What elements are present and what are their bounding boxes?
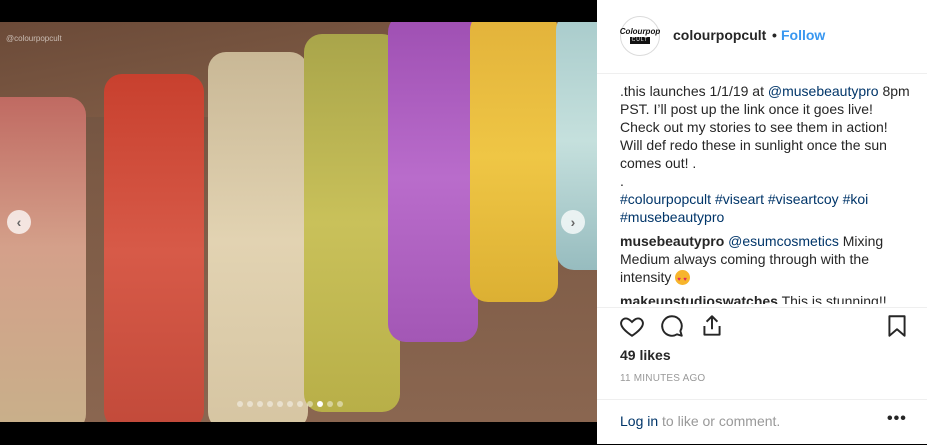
carousel-dot bbox=[257, 401, 263, 407]
comment-username-link[interactable]: musebeautypro bbox=[620, 233, 724, 249]
photo-watermark: @colourpopcult bbox=[6, 34, 62, 43]
bookmark-icon bbox=[888, 315, 906, 337]
hashtag-link[interactable]: #musebeautypro bbox=[620, 209, 724, 225]
avatar-logo-subtext: CULT bbox=[629, 37, 651, 44]
chevron-right-icon: › bbox=[570, 214, 576, 230]
caption-hashtags: #colourpopcult #viseart #viseartcoy #koi… bbox=[620, 190, 910, 226]
carousel-dot bbox=[267, 401, 273, 407]
carousel-indicator bbox=[237, 401, 343, 407]
swatch-chartreuse bbox=[304, 34, 400, 412]
caption-dot: . bbox=[620, 173, 624, 189]
swatch-gold bbox=[470, 22, 558, 302]
swatch-champagne bbox=[208, 52, 308, 422]
comment-username-link[interactable]: makeupstudioswatches bbox=[620, 293, 778, 304]
avatar[interactable]: Colourpop CULT bbox=[620, 16, 660, 56]
carousel-prev-button[interactable]: ‹ bbox=[7, 210, 31, 234]
comments-list[interactable]: .this launches 1/1/19 at @musebeautypro … bbox=[620, 82, 910, 304]
hashtag-link[interactable]: #colourpopcult bbox=[620, 191, 711, 207]
heart-icon bbox=[620, 317, 644, 337]
like-button[interactable] bbox=[619, 313, 645, 339]
follow-button[interactable]: Follow bbox=[781, 27, 825, 43]
caption-text-intro: .this launches 1/1/19 at bbox=[620, 83, 768, 99]
post-caption: .this launches 1/1/19 at @musebeautypro … bbox=[620, 82, 910, 226]
swatch-coral bbox=[0, 97, 86, 422]
carousel-dot bbox=[307, 401, 313, 407]
swatch-purple bbox=[388, 22, 478, 342]
carousel-dot bbox=[337, 401, 343, 407]
header-separator: • bbox=[772, 27, 777, 43]
caption-mention-link[interactable]: @musebeautypro bbox=[768, 83, 879, 99]
post-timestamp[interactable]: 11 MINUTES AGO bbox=[620, 373, 705, 384]
carousel-dot bbox=[277, 401, 283, 407]
share-icon bbox=[703, 315, 721, 336]
comment-text: This is stunning!! bbox=[777, 293, 887, 304]
carousel-dot bbox=[327, 401, 333, 407]
actions-divider bbox=[597, 307, 927, 308]
hashtag-link[interactable]: #viseartcoy bbox=[768, 191, 839, 207]
login-prompt: Log in to like or comment. bbox=[620, 413, 780, 429]
chevron-left-icon: ‹ bbox=[16, 214, 22, 230]
carousel-dot bbox=[297, 401, 303, 407]
save-button[interactable] bbox=[884, 313, 910, 339]
post-media: @colourpopcult ‹ › bbox=[0, 0, 597, 444]
hashtag-link[interactable]: #viseart bbox=[715, 191, 764, 207]
comment-item: makeupstudioswatches This is stunning!! bbox=[620, 292, 910, 304]
avatar-logo-text: Colourpop bbox=[619, 27, 661, 36]
login-prompt-text: to like or comment. bbox=[658, 413, 781, 429]
login-link[interactable]: Log in bbox=[620, 413, 658, 429]
carousel-dot bbox=[237, 401, 243, 407]
post-header: Colourpop CULT colourpopcult • Follow bbox=[597, 0, 927, 74]
carousel-dot bbox=[287, 401, 293, 407]
carousel-dot bbox=[247, 401, 253, 407]
swatch-red bbox=[104, 74, 204, 422]
comment-button[interactable] bbox=[659, 313, 685, 339]
carousel-dot-active bbox=[317, 401, 323, 407]
comment-item: musebeautypro @esumcosmetics Mixing Medi… bbox=[620, 232, 910, 289]
comment-icon bbox=[661, 315, 683, 337]
username-link[interactable]: colourpopcult bbox=[673, 27, 766, 43]
instagram-post: @colourpopcult ‹ › Colourpop CULT colour… bbox=[0, 0, 927, 444]
post-photo[interactable]: @colourpopcult bbox=[0, 22, 597, 422]
share-button[interactable] bbox=[699, 313, 725, 339]
heart-eyes-emoji-icon bbox=[675, 270, 691, 289]
comment-mention-link[interactable]: @esumcosmetics bbox=[728, 233, 839, 249]
post-side-panel: Colourpop CULT colourpopcult • Follow .t… bbox=[597, 0, 927, 444]
carousel-next-button[interactable]: › bbox=[561, 210, 585, 234]
likes-count[interactable]: 49 likes bbox=[620, 347, 671, 363]
hashtag-link[interactable]: #koi bbox=[843, 191, 869, 207]
more-options-icon[interactable]: ••• bbox=[887, 410, 907, 428]
